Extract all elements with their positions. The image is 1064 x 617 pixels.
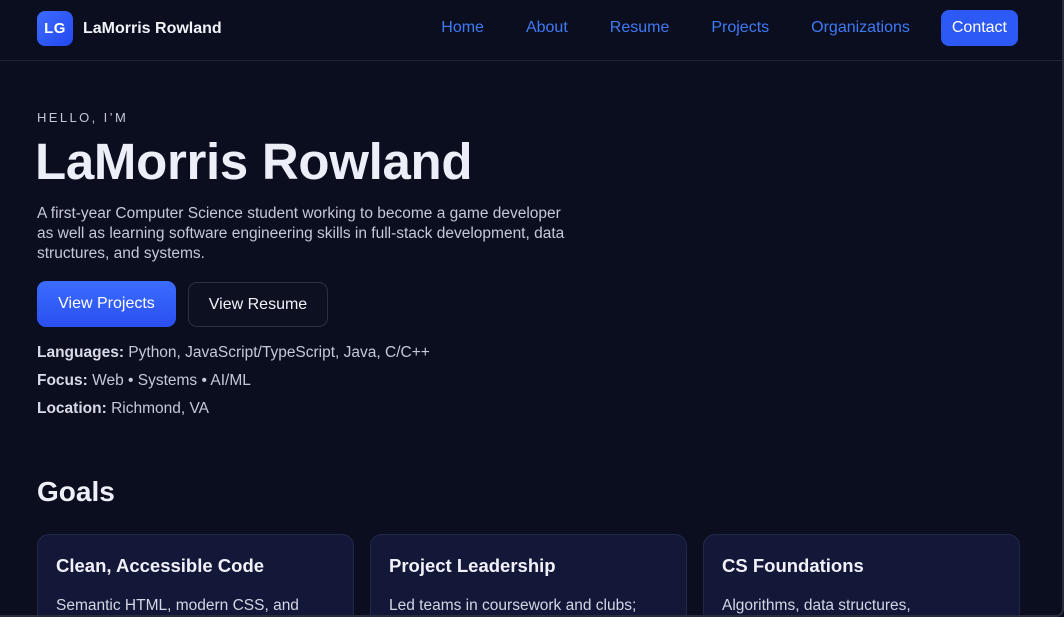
fact-value: Python, JavaScript/TypeScript, Java, C/C…	[128, 344, 430, 361]
fact-focus: Focus: Web • Systems • AI/ML	[37, 372, 251, 390]
nav-link-projects[interactable]: Projects	[711, 19, 769, 37]
fact-value: Richmond, VA	[111, 400, 209, 417]
nav-link-resume[interactable]: Resume	[610, 19, 670, 37]
nav-links: Home About Resume Projects Organizations…	[441, 10, 1018, 46]
goal-card: Project Leadership Led teams in coursewo…	[370, 534, 687, 615]
fact-label: Focus:	[37, 372, 88, 389]
view-projects-button[interactable]: View Projects	[37, 281, 176, 327]
fact-label: Location:	[37, 400, 107, 417]
fact-label: Languages:	[37, 344, 124, 361]
goal-card-title: CS Foundations	[722, 555, 864, 576]
hero-description: A first-year Computer Science student wo…	[37, 205, 565, 262]
nav-link-about[interactable]: About	[526, 19, 568, 37]
brand[interactable]: LG LaMorris Rowland	[37, 11, 222, 46]
fact-location: Location: Richmond, VA	[37, 400, 209, 418]
view-resume-button[interactable]: View Resume	[188, 282, 328, 327]
goal-card: Clean, Accessible Code Semantic HTML, mo…	[37, 534, 354, 615]
hero-eyebrow: HELLO, I’M	[37, 110, 129, 125]
top-nav: LG LaMorris Rowland Home About Resume Pr…	[0, 0, 1062, 61]
goal-card: CS Foundations Algorithms, data structur…	[703, 534, 1020, 615]
brand-name: LaMorris Rowland	[83, 19, 222, 37]
hero-title: LaMorris Rowland	[35, 133, 473, 190]
goal-card-title: Project Leadership	[389, 555, 556, 576]
logo-badge: LG	[37, 11, 73, 46]
goal-card-title: Clean, Accessible Code	[56, 555, 265, 576]
goal-card-body: Algorithms, data structures,	[722, 597, 911, 614]
fact-languages: Languages: Python, JavaScript/TypeScript…	[37, 344, 430, 362]
goal-card-body: Semantic HTML, modern CSS, and	[56, 597, 299, 614]
contact-button[interactable]: Contact	[940, 10, 1018, 46]
fact-value: Web • Systems • AI/ML	[92, 372, 251, 389]
page: LG LaMorris Rowland Home About Resume Pr…	[0, 0, 1064, 617]
nav-link-organizations[interactable]: Organizations	[811, 19, 910, 37]
nav-link-home[interactable]: Home	[441, 19, 484, 37]
goal-card-body: Led teams in coursework and clubs;	[389, 597, 637, 614]
goals-heading: Goals	[37, 476, 115, 507]
